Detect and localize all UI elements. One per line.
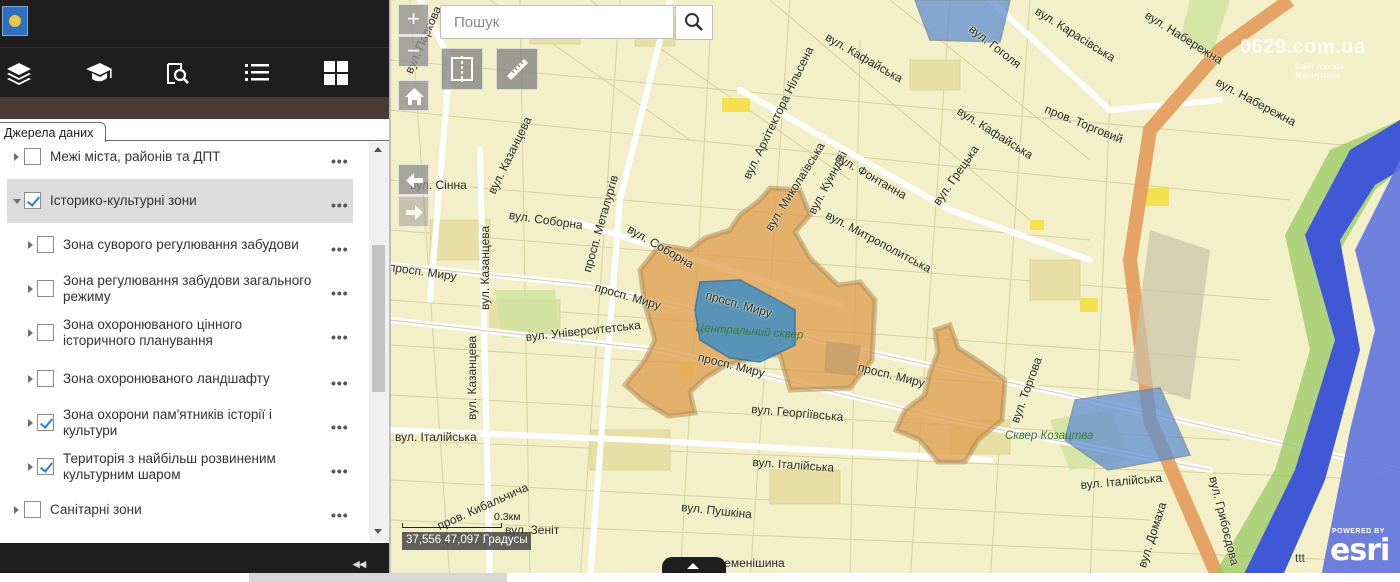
coordinates-readout: 37,556 47,097 Градусы <box>402 532 532 550</box>
sidebar-toolbar <box>0 47 389 97</box>
layer-label-line-1: Територія з найбільш розвиненим <box>63 451 276 466</box>
layer-label-line-1: Зона регулювання забудови загального <box>63 273 312 288</box>
layer-label: Санітарні зони <box>50 502 142 517</box>
layer-label-line-1: Зона охоронюваного цінного <box>63 317 243 332</box>
map-attribution[interactable]: ttt <box>1295 551 1305 565</box>
layer-list-scrollbar[interactable] <box>369 142 389 542</box>
layer-label-line-1: Зона охорони пам'ятників історії і <box>63 407 272 422</box>
expand-icon[interactable] <box>28 329 33 337</box>
scale-bar-line <box>402 523 502 528</box>
layer-checkbox[interactable] <box>37 236 54 253</box>
panel-tabs: Джерела даних <box>0 119 389 144</box>
layer-label: Межі міста, районів та ДПТ <box>50 149 221 164</box>
layer-options-icon[interactable]: ••• <box>331 329 349 345</box>
scroll-up-icon[interactable] <box>374 147 382 152</box>
attribute-table-strip <box>0 573 1400 582</box>
search-button[interactable] <box>675 5 713 40</box>
park-label: Сквер Козацтва <box>1005 430 1094 442</box>
swipe-icon <box>451 56 473 82</box>
layer-options-icon[interactable]: ••• <box>331 507 349 523</box>
ruler-icon <box>507 59 528 80</box>
home-button[interactable] <box>398 80 429 111</box>
sublayer-row[interactable]: Зона регулювання забудови загального реж… <box>0 269 369 309</box>
scroll-down-icon[interactable] <box>374 529 382 534</box>
layer-options-icon[interactable]: ••• <box>331 241 349 257</box>
site-watermark: 0629.com.ua <box>1240 36 1366 58</box>
home-icon <box>405 88 424 105</box>
layer-options-icon[interactable]: ••• <box>331 375 349 391</box>
layer-label: Історико-культурні зони <box>50 193 197 208</box>
expand-icon[interactable] <box>28 375 33 383</box>
layer-label: Зона суворого регулювання забудови <box>63 237 299 252</box>
layer-label-line-2: режиму <box>63 289 111 304</box>
layer-label-line-2: культури <box>63 423 118 438</box>
layer-checkbox[interactable] <box>37 370 54 387</box>
street-label: вул. Італійська <box>395 430 477 444</box>
panel-divider[interactable] <box>389 0 391 582</box>
tab-data-sources[interactable]: Джерела даних <box>0 122 107 144</box>
search-map-icon[interactable] <box>162 58 192 88</box>
layer-row[interactable]: Санітарні зони ••• <box>0 495 369 525</box>
layer-checkbox[interactable] <box>24 501 41 518</box>
measure-tool-button[interactable] <box>496 48 538 90</box>
search-icon <box>685 13 703 31</box>
expand-icon[interactable] <box>14 153 19 161</box>
map-canvas[interactable]: вул. Гоголя вул. Карасівська вул. Набере… <box>390 0 1400 582</box>
layer-label: Зона охоронюваного ландшафту <box>63 371 270 386</box>
sidebar: Джерела даних Межі міста, районів та ДПТ… <box>0 0 389 582</box>
expand-icon[interactable] <box>28 419 33 427</box>
scrollbar-thumb[interactable] <box>372 245 385 392</box>
swipe-tool-button[interactable] <box>441 48 483 90</box>
basemap-gallery-icon[interactable] <box>321 58 351 88</box>
map-viewer-app: Джерела даних Межі міста, районів та ДПТ… <box>0 0 1400 582</box>
next-extent-button[interactable] <box>398 196 429 227</box>
layer-checkbox[interactable] <box>37 414 54 431</box>
layer-label-line-2: історичного планування <box>63 333 213 348</box>
zoom-in-button[interactable]: + <box>398 4 429 35</box>
zoom-out-button[interactable]: − <box>398 36 429 67</box>
basemap <box>390 0 1400 582</box>
scale-label: 0.3км <box>494 511 521 523</box>
esri-logo: POWERED BY esri <box>1330 528 1390 568</box>
expand-icon[interactable] <box>28 285 33 293</box>
arrow-right-icon <box>406 205 423 220</box>
expand-icon[interactable] <box>28 463 33 471</box>
arrow-left-icon <box>406 173 423 188</box>
legend-graduation-cap-icon[interactable] <box>84 58 114 88</box>
sublayer-row[interactable]: Зона суворого регулювання забудови ••• <box>0 230 369 260</box>
layer-checkbox[interactable] <box>37 458 54 475</box>
sublayer-row[interactable]: Зона охоронюваного цінного історичного п… <box>0 313 369 353</box>
city-emblem-logo[interactable] <box>2 6 28 36</box>
street-label: вул. Казанцева <box>478 225 492 310</box>
street-label: вул. Казанцева <box>465 335 479 420</box>
layers-icon[interactable] <box>4 58 34 88</box>
layer-checkbox[interactable] <box>37 280 54 297</box>
site-watermark-sub: Сайт города Мариуполя <box>1295 61 1344 80</box>
sublayer-row[interactable]: Територія з найбільш розвиненим культурн… <box>0 447 369 487</box>
layer-options-icon[interactable]: ••• <box>331 153 349 169</box>
layer-checkbox[interactable] <box>24 192 41 209</box>
layer-options-icon[interactable]: ••• <box>331 197 349 213</box>
previous-extent-button[interactable] <box>398 164 429 195</box>
expand-icon[interactable] <box>28 241 33 249</box>
layer-options-icon[interactable]: ••• <box>331 285 349 301</box>
sublayer-row[interactable]: Зона охоронюваного ландшафту ••• <box>0 364 369 394</box>
expand-icon[interactable] <box>14 506 19 514</box>
layer-options-icon[interactable]: ••• <box>331 419 349 435</box>
layer-checkbox[interactable] <box>37 324 54 341</box>
layer-label-line-2: культурним шаром <box>63 467 181 482</box>
layer-list-icon[interactable] <box>242 58 272 88</box>
layer-options-icon[interactable]: ••• <box>331 463 349 479</box>
sublayer-row[interactable]: Зона охорони пам'ятників історії і культ… <box>0 403 369 443</box>
layer-list: Межі міста, районів та ДПТ ••• Історико-… <box>0 142 369 542</box>
layer-checkbox[interactable] <box>24 148 41 165</box>
search-box <box>440 5 675 39</box>
collapse-icon[interactable] <box>13 199 21 204</box>
search-input[interactable] <box>441 6 675 39</box>
collapse-panel-button[interactable]: ◂◂ <box>353 556 366 572</box>
panel-title-bar <box>0 97 389 119</box>
app-header <box>0 0 389 47</box>
layer-row[interactable]: Межі міста, районів та ДПТ ••• <box>0 142 369 172</box>
layer-row[interactable]: Історико-культурні зони ••• <box>7 179 353 223</box>
